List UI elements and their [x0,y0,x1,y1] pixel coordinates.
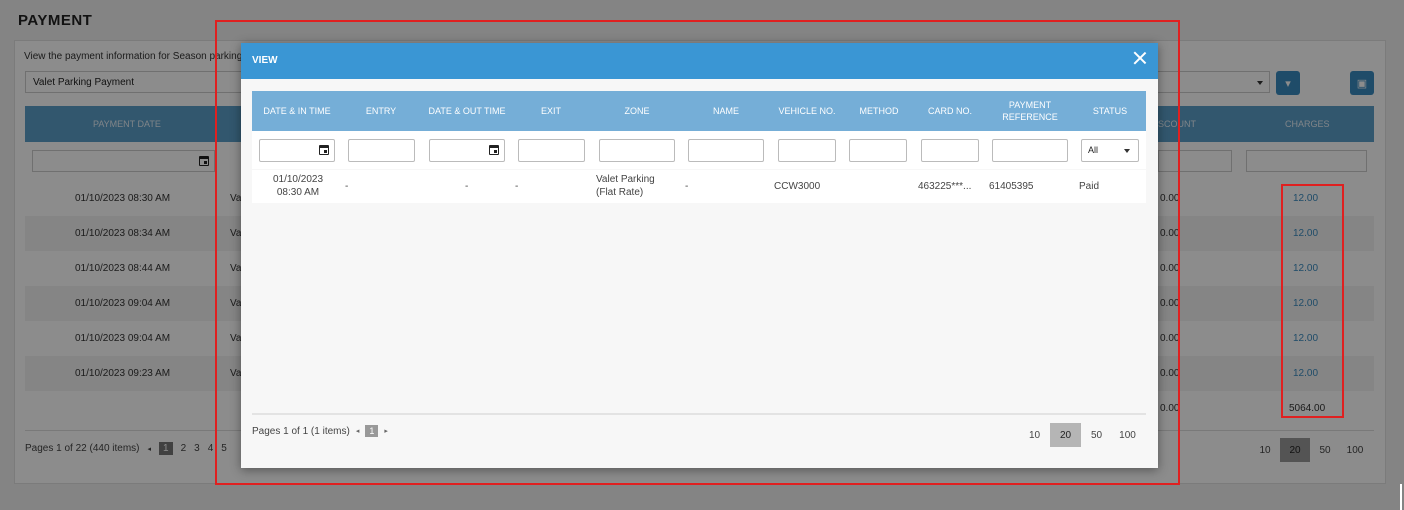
charges-highlight-box [1281,184,1344,418]
divider [1400,484,1402,510]
modal-highlight-box [215,20,1180,485]
